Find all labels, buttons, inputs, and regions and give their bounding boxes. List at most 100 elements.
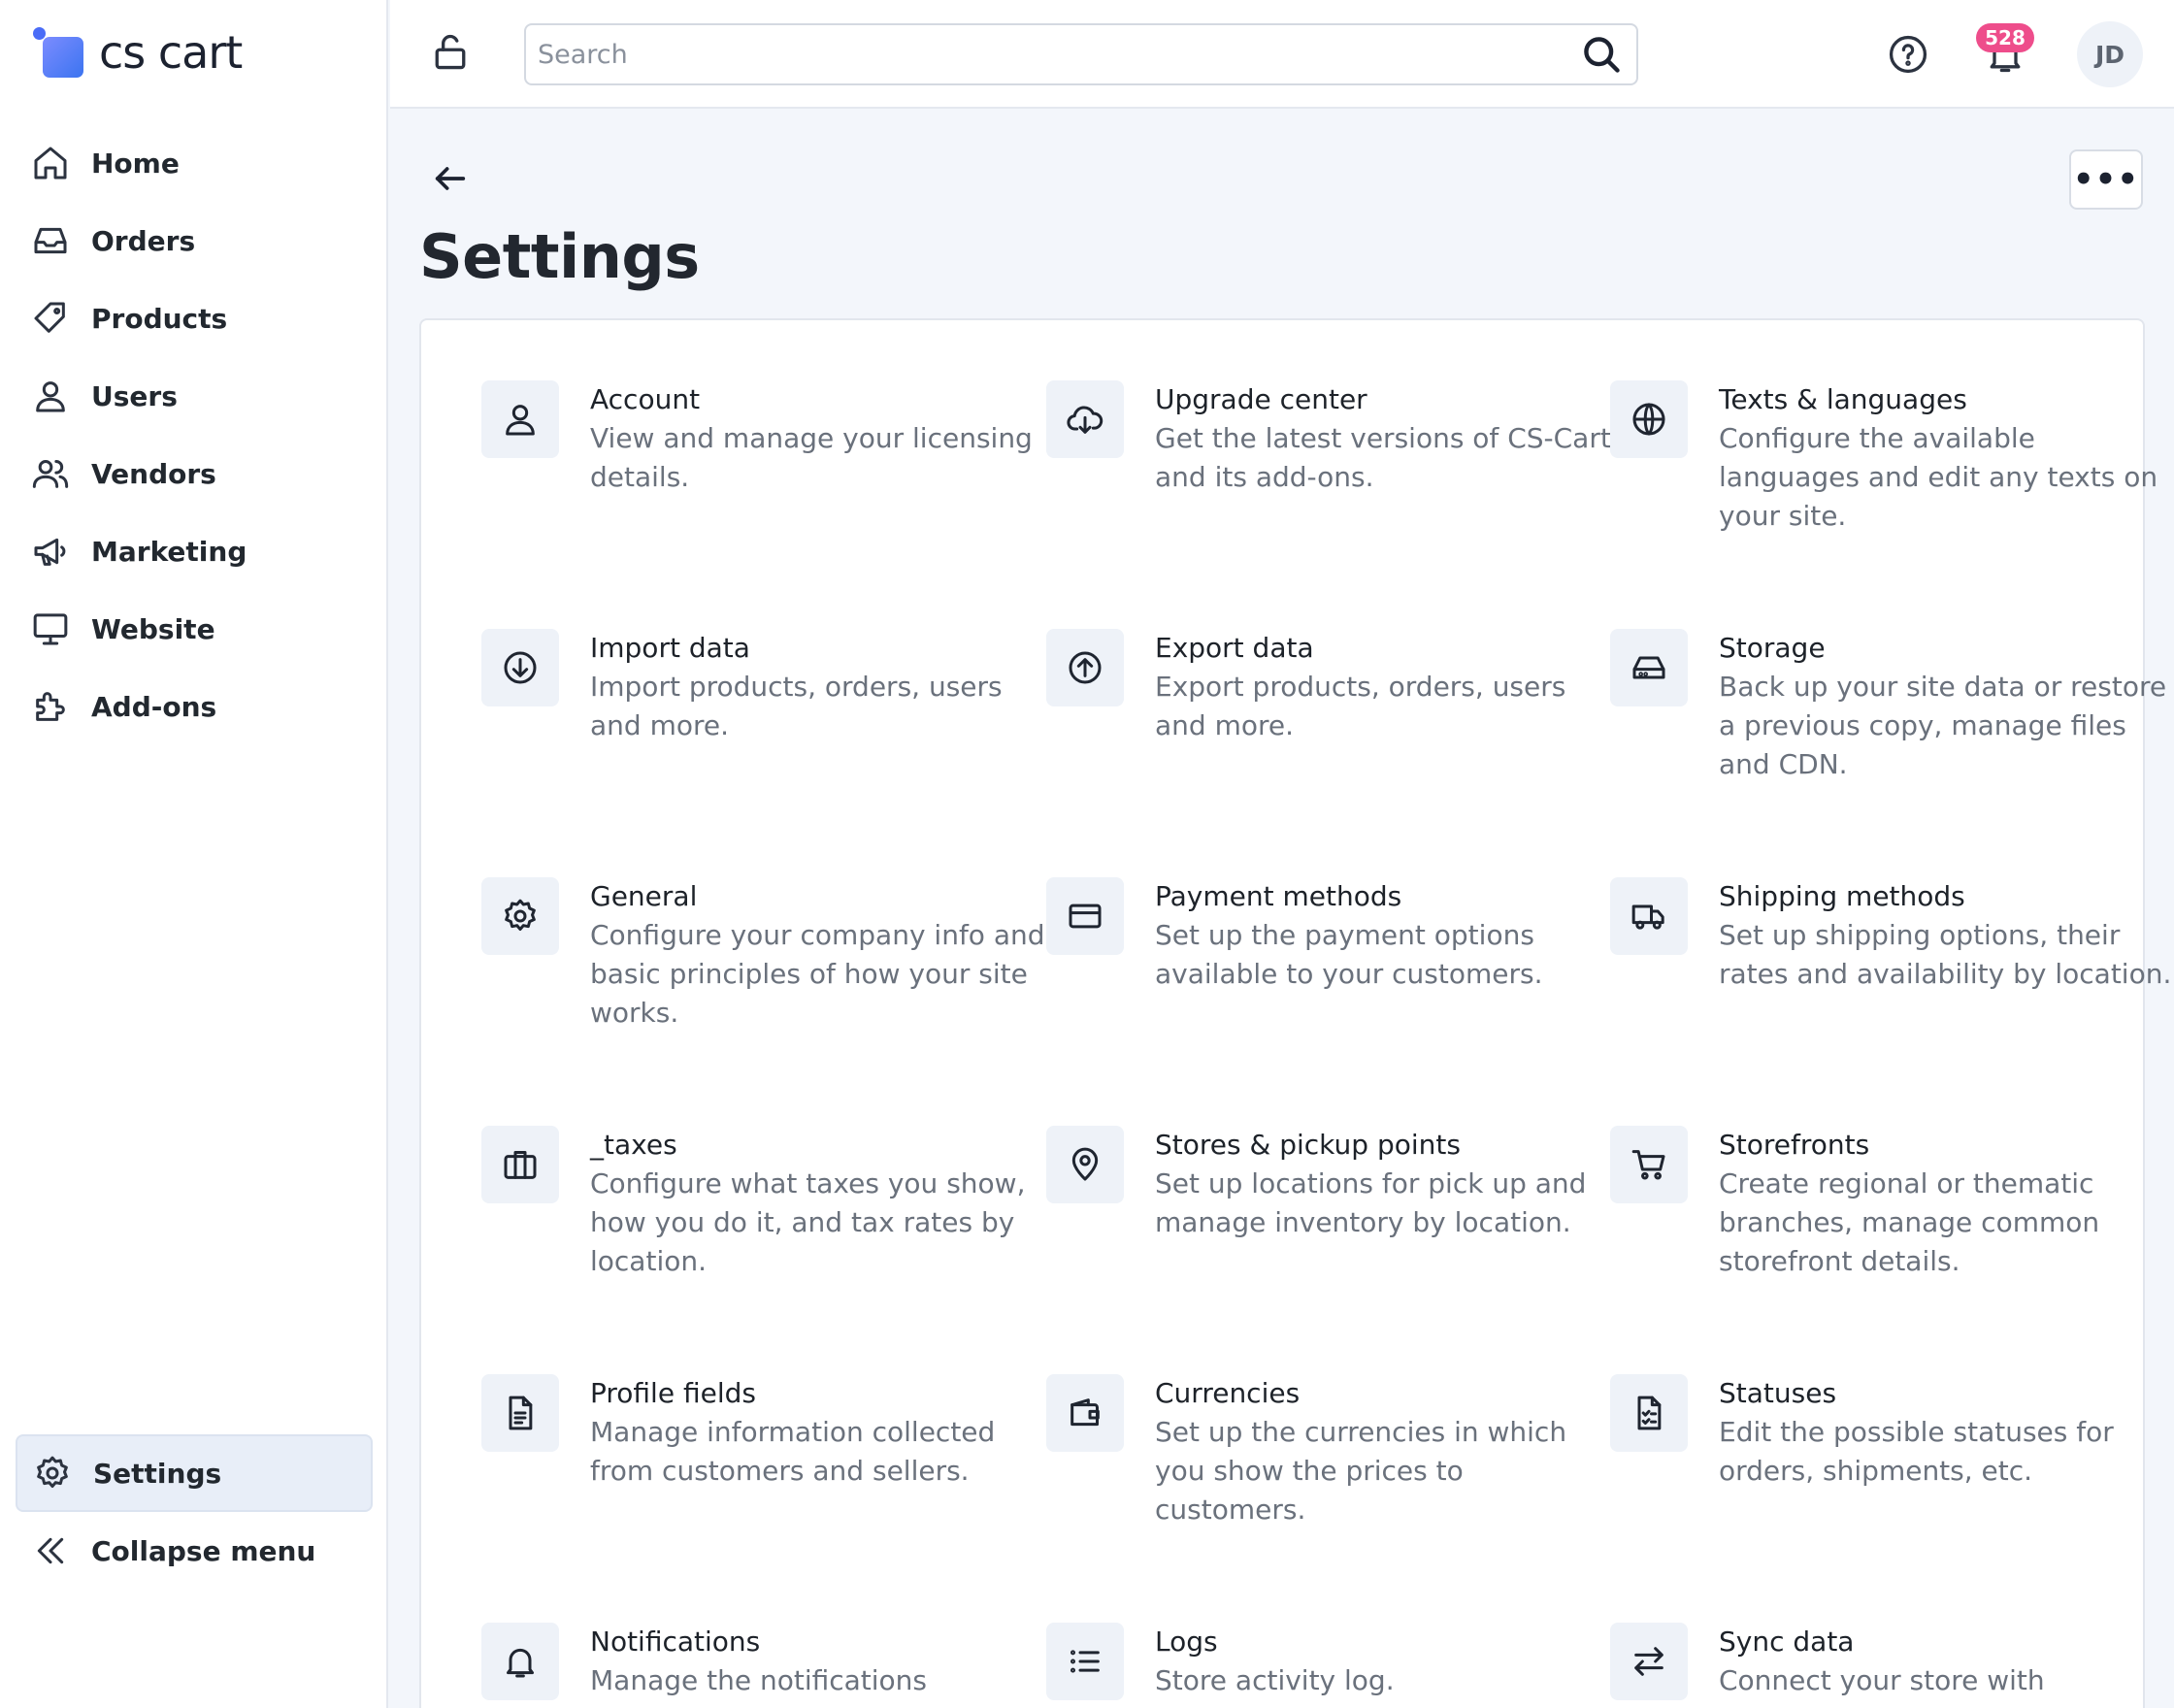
settings-card-taxes[interactable]: _taxes Configure what taxes you show, how… [481, 1126, 1025, 1281]
notification-count-badge: 528 [1976, 23, 2034, 52]
file-check-icon [1637, 1396, 1662, 1430]
list-icon [1071, 1650, 1100, 1673]
help-icon [1889, 35, 1927, 74]
cloud-download-icon [1067, 406, 1103, 434]
user-icon [36, 381, 65, 412]
shopping-cart-icon [1631, 1150, 1665, 1180]
settings-card-stores-pickup-points[interactable]: Stores & pickup points Set up locations f… [1046, 1126, 1590, 1242]
card-description: View and manage your licensing details. [590, 422, 1033, 493]
settings-card-logs[interactable]: Logs Store activity log. [1046, 1623, 1590, 1700]
brand-name: cs cart [99, 26, 243, 79]
hard-drive-icon [1632, 656, 1665, 679]
card-description: Manage the notifications [590, 1664, 928, 1696]
sidebar-item-label: Products [91, 302, 228, 335]
page-title: Settings [419, 221, 700, 292]
sidebar-item-label: Marketing [91, 535, 247, 568]
settings-card-account[interactable]: Account View and manage your licensing de… [481, 380, 1033, 497]
truck-icon [1631, 904, 1664, 930]
card-title: Sync data [1719, 1626, 1855, 1658]
gear-icon [37, 1456, 68, 1488]
card-title: Statuses [1719, 1377, 1837, 1409]
briefcase-icon [504, 1151, 537, 1179]
credit-card-icon [1069, 903, 1102, 929]
arrow-down-circle-icon [504, 651, 537, 684]
sidebar-item-label: Orders [91, 224, 196, 257]
sidebar-item-label: Settings [93, 1457, 222, 1490]
sidebar-item-home[interactable]: Home [16, 124, 373, 202]
card-description: Export products, orders, users and more. [1155, 671, 1566, 741]
more-options-button[interactable]: ••• [2069, 149, 2143, 210]
sidebar-item-addons[interactable]: Add-ons [16, 668, 373, 745]
card-description: Set up locations for pick up and manage … [1155, 1167, 1587, 1238]
unlock-icon [435, 34, 466, 70]
settings-card-import-data[interactable]: Import data Import products, orders, user… [481, 629, 1025, 745]
bottom-nav: Settings Collapse menu [16, 1434, 373, 1590]
lock-button[interactable] [429, 31, 472, 74]
card-title: Export data [1155, 632, 1314, 664]
gear-icon [505, 899, 536, 931]
settings-card-storefronts[interactable]: Storefronts Create regional or thematic b… [1610, 1126, 2154, 1281]
card-title: Currencies [1155, 1377, 1301, 1409]
card-description: Get the latest versions of CS-Cart and i… [1155, 422, 1611, 493]
sidebar-item-label: Users [91, 379, 178, 412]
settings-card-general[interactable]: General Configure your company info and b… [481, 877, 1045, 1033]
card-description: Back up your site data or restore a prev… [1719, 671, 2167, 780]
collapse-menu-label: Collapse menu [91, 1534, 316, 1567]
home-icon [34, 147, 67, 180]
settings-card-upgrade-center[interactable]: Upgrade center Get the latest versions of… [1046, 380, 1611, 497]
sidebar-item-marketing[interactable]: Marketing [16, 512, 373, 590]
sidebar-item-orders[interactable]: Orders [16, 202, 373, 279]
settings-card-shipping-methods[interactable]: Shipping methods Set up shipping options,… [1610, 877, 2171, 994]
search-input[interactable] [526, 39, 1580, 70]
collapse-menu-button[interactable]: Collapse menu [16, 1512, 373, 1590]
card-title: General [590, 880, 698, 912]
logo-icon [33, 27, 83, 78]
inbox-icon [34, 227, 67, 254]
card-title: Account [590, 383, 701, 415]
settings-card-statuses[interactable]: Statuses Edit the possible statuses for o… [1610, 1374, 2154, 1491]
back-button[interactable] [431, 159, 470, 198]
sidebar: cs cart Home Orders Products Users Vendo… [0, 0, 388, 1708]
card-description: Set up shipping options, their rates and… [1719, 919, 2172, 990]
help-button[interactable] [1887, 33, 1929, 76]
double-chevron-left-icon [37, 1537, 64, 1564]
topbar: 528 JD [390, 0, 2174, 109]
settings-panel: Account View and manage your licensing de… [419, 318, 2171, 1708]
card-title: Profile fields [590, 1377, 756, 1409]
card-title: Payment methods [1155, 880, 1402, 912]
card-title: _taxes [590, 1129, 677, 1161]
settings-card-payment-methods[interactable]: Payment methods Set up the payment option… [1046, 877, 1590, 994]
sidebar-item-website[interactable]: Website [16, 590, 373, 668]
card-title: Notifications [590, 1626, 761, 1658]
settings-card-sync-data[interactable]: Sync data Connect your store with [1610, 1623, 2154, 1700]
sidebar-item-settings[interactable]: Settings [16, 1434, 373, 1512]
monitor-icon [33, 613, 68, 645]
settings-card-notifications[interactable]: Notifications Manage the notifications [481, 1623, 1025, 1700]
sidebar-item-users[interactable]: Users [16, 357, 373, 435]
wallet-icon [1071, 1398, 1100, 1427]
card-description: Create regional or thematic branches, ma… [1719, 1167, 2100, 1277]
settings-card-currencies[interactable]: Currencies Set up the currencies in which… [1046, 1374, 1590, 1529]
brand-logo[interactable]: cs cart [33, 21, 243, 83]
search-icon[interactable] [1580, 33, 1623, 76]
settings-card-texts-languages[interactable]: Texts & languages Configure the available… [1610, 380, 2158, 536]
search-box [524, 23, 1638, 85]
settings-card-storage[interactable]: Storage Back up your site data or restore… [1610, 629, 2166, 784]
arrows-exchange-icon [1634, 1647, 1663, 1676]
card-title: Texts & languages [1719, 383, 1967, 415]
card-title: Shipping methods [1719, 880, 1965, 912]
sidebar-item-products[interactable]: Products [16, 279, 373, 357]
sidebar-item-label: Vendors [91, 457, 216, 490]
card-description: Set up the payment options available to … [1155, 919, 1543, 990]
map-pin-icon [1071, 1147, 1099, 1181]
settings-card-export-data[interactable]: Export data Export products, orders, user… [1046, 629, 1590, 745]
sidebar-item-label: Add-ons [91, 690, 217, 723]
user-icon [506, 405, 535, 436]
bell-icon [507, 1648, 534, 1678]
sidebar-item-vendors[interactable]: Vendors [16, 435, 373, 512]
avatar[interactable]: JD [2077, 21, 2143, 87]
card-title: Upgrade center [1155, 383, 1367, 415]
main-nav: Home Orders Products Users Vendors Marke… [16, 124, 373, 745]
card-title: Import data [590, 632, 750, 664]
settings-card-profile-fields[interactable]: Profile fields Manage information collect… [481, 1374, 1025, 1491]
